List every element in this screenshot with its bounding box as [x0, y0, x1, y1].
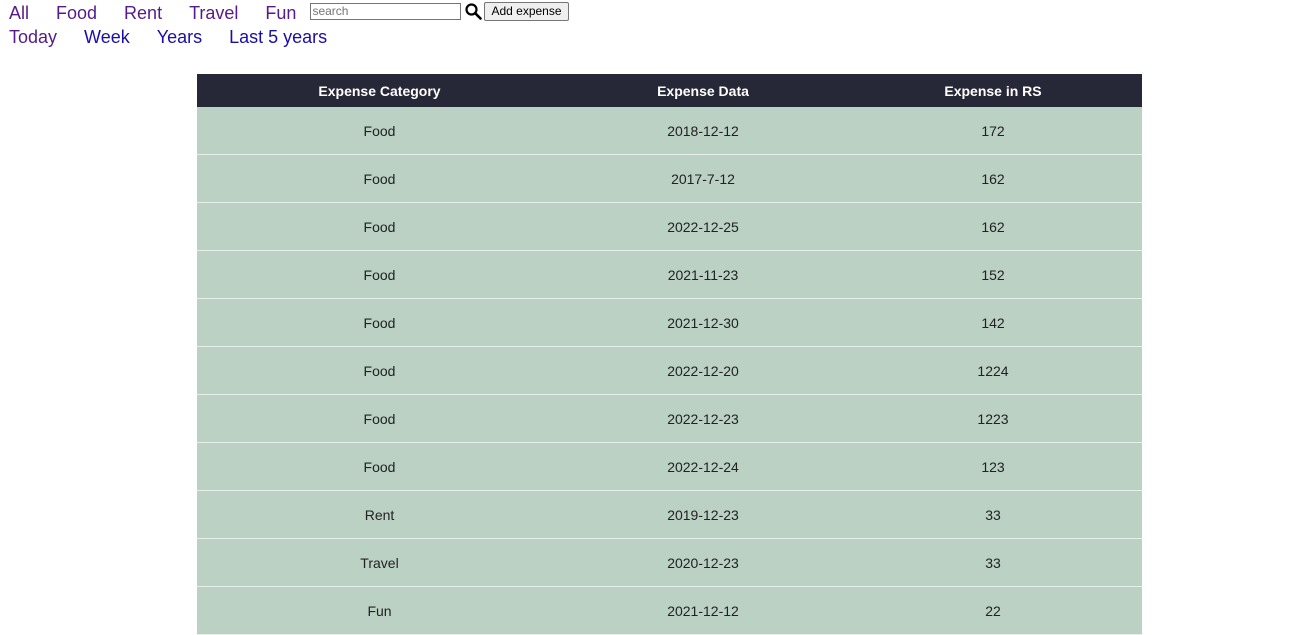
cell-category: Food	[197, 250, 562, 299]
cell-category: Fun	[197, 586, 562, 635]
table-row: Food 2017-7-12 162	[197, 154, 1142, 203]
nav-link-all[interactable]: All	[9, 2, 29, 24]
cell-amount: 123	[844, 442, 1142, 491]
cell-date: 2019-12-23	[562, 490, 844, 539]
cell-amount: 162	[844, 154, 1142, 203]
nav-link-years[interactable]: Years	[157, 26, 202, 48]
expense-table: Expense Category Expense Data Expense in…	[197, 74, 1142, 635]
table-row: Food 2022-12-20 1224	[197, 346, 1142, 395]
cell-category: Food	[197, 202, 562, 251]
table-row: Food 2022-12-24 123	[197, 442, 1142, 491]
table-row: Fun 2021-12-12 22	[197, 586, 1142, 635]
nav-link-fun[interactable]: Fun	[265, 2, 296, 24]
cell-date: 2018-12-12	[562, 107, 844, 155]
cell-category: Food	[197, 107, 562, 155]
cell-amount: 162	[844, 202, 1142, 251]
cell-amount: 22	[844, 586, 1142, 635]
cell-amount: 33	[844, 490, 1142, 539]
cell-date: 2020-12-23	[562, 538, 844, 587]
search-button[interactable]	[464, 2, 482, 20]
cell-date: 2017-7-12	[562, 154, 844, 203]
cell-date: 2021-12-30	[562, 298, 844, 347]
add-expense-button[interactable]: Add expense	[484, 1, 569, 21]
table-row: Food 2021-12-30 142	[197, 298, 1142, 347]
category-nav: All Food Rent Travel Fun Add expense	[9, 1, 569, 24]
table-row: Travel 2020-12-23 33	[197, 538, 1142, 587]
table-row: Food 2018-12-12 172	[197, 107, 1142, 155]
table-row: Food 2022-12-25 162	[197, 202, 1142, 251]
search-icon	[465, 2, 482, 20]
table-header-row: Expense Category Expense Data Expense in…	[197, 74, 1142, 107]
cell-date: 2022-12-23	[562, 394, 844, 443]
nav-link-today[interactable]: Today	[9, 26, 57, 48]
cell-category: Travel	[197, 538, 562, 587]
cell-category: Food	[197, 346, 562, 395]
cell-date: 2022-12-24	[562, 442, 844, 491]
expense-table-container: Expense Category Expense Data Expense in…	[197, 74, 1142, 635]
cell-category: Food	[197, 298, 562, 347]
cell-category: Food	[197, 442, 562, 491]
cell-category: Food	[197, 394, 562, 443]
cell-date: 2021-11-23	[562, 250, 844, 299]
nav-link-travel[interactable]: Travel	[189, 2, 238, 24]
header-expense-amount: Expense in RS	[844, 74, 1142, 107]
cell-date: 2021-12-12	[562, 586, 844, 635]
cell-amount: 172	[844, 107, 1142, 155]
cell-date: 2022-12-25	[562, 202, 844, 251]
cell-category: Food	[197, 154, 562, 203]
table-row: Rent 2019-12-23 33	[197, 490, 1142, 539]
cell-amount: 142	[844, 298, 1142, 347]
nav-link-week[interactable]: Week	[84, 26, 130, 48]
cell-amount: 33	[844, 538, 1142, 587]
period-nav: Today Week Years Last 5 years	[9, 26, 354, 48]
nav-link-rent[interactable]: Rent	[124, 2, 162, 24]
nav-link-last-5-years[interactable]: Last 5 years	[229, 26, 327, 48]
table-row: Food 2021-11-23 152	[197, 250, 1142, 299]
table-row: Food 2022-12-23 1223	[197, 394, 1142, 443]
cell-category: Rent	[197, 490, 562, 539]
cell-amount: 1223	[844, 394, 1142, 443]
search-input[interactable]	[310, 2, 462, 20]
header-expense-category: Expense Category	[197, 74, 562, 107]
cell-amount: 152	[844, 250, 1142, 299]
cell-amount: 1224	[844, 346, 1142, 395]
header-expense-data: Expense Data	[562, 74, 844, 107]
nav-link-food[interactable]: Food	[56, 2, 97, 24]
cell-date: 2022-12-20	[562, 346, 844, 395]
